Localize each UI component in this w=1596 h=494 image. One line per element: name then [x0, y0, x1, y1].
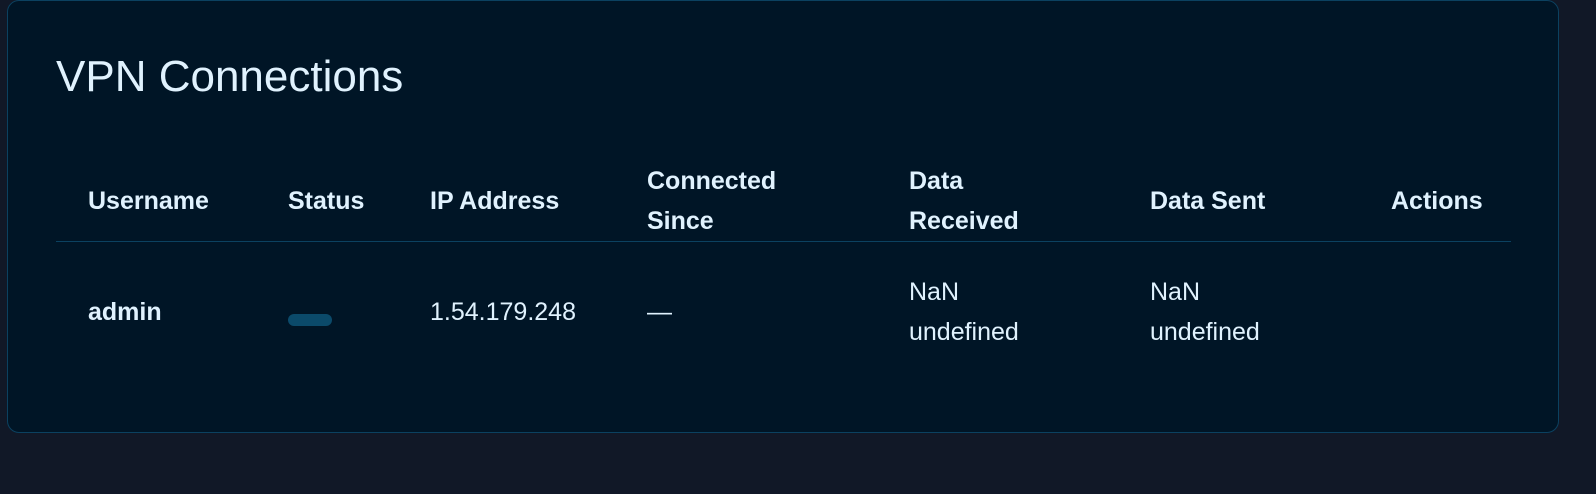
cell-data-received-unit: undefined	[909, 318, 1019, 346]
status-indicator	[288, 314, 332, 326]
column-header-data-received-line1: Data	[909, 167, 964, 195]
cell-connected-since: —	[647, 298, 672, 326]
column-header-data-sent[interactable]: Data Sent	[1150, 181, 1310, 221]
table-header: Username Status IP Address Connected Sin…	[56, 151, 1511, 242]
cell-data-sent-value: NaN	[1150, 278, 1201, 306]
column-header-data-received-line2: Received	[909, 207, 1019, 235]
column-header-actions: Actions	[1391, 187, 1483, 215]
cell-data-received: NaN undefined	[909, 272, 1069, 352]
column-header-username[interactable]: Username	[88, 181, 209, 221]
cell-data-received-value: NaN	[909, 278, 960, 306]
table-row[interactable]: admin 1.54.179.248 — NaN undefined NaN u…	[56, 242, 1511, 372]
column-header-ip-address[interactable]: IP Address	[430, 181, 559, 221]
column-header-connected-since[interactable]: Connected Since	[647, 161, 807, 241]
cell-username: admin	[88, 298, 162, 326]
connections-table: Username Status IP Address Connected Sin…	[56, 151, 1511, 372]
cell-ip-address: 1.54.179.248	[430, 298, 576, 326]
column-header-connected-since-line1: Connected	[647, 167, 777, 195]
page-title: VPN Connections	[56, 52, 404, 101]
cell-data-sent-unit: undefined	[1150, 318, 1260, 346]
column-header-data-received[interactable]: Data Received	[909, 161, 1069, 241]
column-header-connected-since-line2: Since	[647, 207, 714, 235]
vpn-connections-card: VPN Connections Username Status IP Addre…	[7, 0, 1559, 433]
column-header-status[interactable]: Status	[288, 181, 364, 221]
cell-data-sent: NaN undefined	[1150, 272, 1310, 352]
